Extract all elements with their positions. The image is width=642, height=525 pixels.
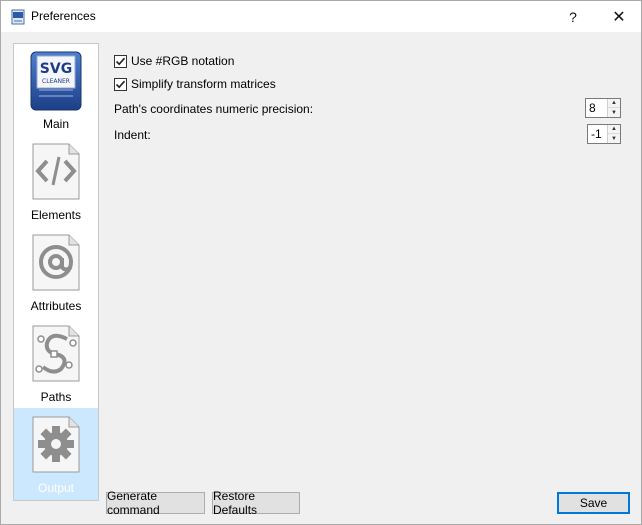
sidebar-item-label: Elements xyxy=(30,208,82,222)
logo-text-cleaner: CLEANER xyxy=(42,78,70,85)
spin-down-icon[interactable]: ▼ xyxy=(608,134,620,143)
gear-icon xyxy=(32,416,80,473)
sidebar-item-label: Main xyxy=(42,117,69,131)
logo-text-svg: SVG xyxy=(40,61,72,77)
sidebar-item-label: Attributes xyxy=(30,299,82,313)
sidebar-item-output[interactable]: Output xyxy=(14,408,98,500)
precision-spinbox[interactable]: 8 ▲ ▼ xyxy=(585,98,621,118)
indent-spinbox[interactable]: -1 ▲ ▼ xyxy=(587,124,621,144)
rgb-notation-checkbox[interactable] xyxy=(114,54,127,68)
code-tag-icon xyxy=(32,143,80,200)
window-title: Preferences xyxy=(31,9,96,23)
restore-defaults-button[interactable]: Restore Defaults xyxy=(212,489,300,517)
sidebar-item-label: Output xyxy=(37,481,75,495)
at-sign-icon xyxy=(32,234,80,291)
help-icon: ? xyxy=(569,8,577,25)
checkmark-icon xyxy=(115,80,126,88)
sidebar-item-paths[interactable]: Paths xyxy=(14,317,98,408)
rgb-notation-option[interactable]: Use #RGB notation xyxy=(114,54,234,68)
indent-label: Indent: xyxy=(114,128,151,142)
generate-command-button[interactable]: Generate command xyxy=(106,489,205,517)
title-bar[interactable]: Preferences ? ✕ xyxy=(1,1,641,32)
bezier-path-icon xyxy=(32,325,80,382)
precision-label: Path's coordinates numeric precision: xyxy=(114,102,314,116)
help-button[interactable]: ? xyxy=(550,1,596,32)
close-button[interactable]: ✕ xyxy=(596,1,642,32)
simplify-matrices-label: Simplify transform matrices xyxy=(131,77,276,91)
checkmark-icon xyxy=(115,57,126,65)
sidebar-item-attributes[interactable]: Attributes xyxy=(14,226,98,317)
svg-cleaner-logo-icon: SVG CLEANER xyxy=(30,51,82,111)
category-sidebar: SVG CLEANER Main Elements Attributes Pat… xyxy=(13,43,99,501)
simplify-matrices-option[interactable]: Simplify transform matrices xyxy=(114,77,276,91)
sidebar-item-label: Paths xyxy=(40,390,72,404)
spin-up-icon[interactable]: ▲ xyxy=(608,99,620,108)
simplify-matrices-checkbox[interactable] xyxy=(114,77,127,91)
precision-value[interactable]: 8 xyxy=(589,101,596,115)
spin-up-icon[interactable]: ▲ xyxy=(608,125,620,134)
spin-arrows: ▲ ▼ xyxy=(607,99,620,117)
close-icon: ✕ xyxy=(612,8,626,26)
sidebar-item-main[interactable]: SVG CLEANER Main xyxy=(14,44,98,135)
app-icon xyxy=(11,9,25,25)
sidebar-item-elements[interactable]: Elements xyxy=(14,135,98,226)
spin-down-icon[interactable]: ▼ xyxy=(608,108,620,117)
preferences-window: Preferences ? ✕ SVG CLEANER Main Element… xyxy=(0,0,642,525)
indent-option: Indent: xyxy=(114,128,151,142)
precision-option: Path's coordinates numeric precision: xyxy=(114,102,313,116)
spin-arrows: ▲ ▼ xyxy=(607,125,620,143)
rgb-notation-label: Use #RGB notation xyxy=(131,54,235,68)
save-button[interactable]: Save xyxy=(557,492,630,514)
indent-value[interactable]: -1 xyxy=(591,127,602,141)
